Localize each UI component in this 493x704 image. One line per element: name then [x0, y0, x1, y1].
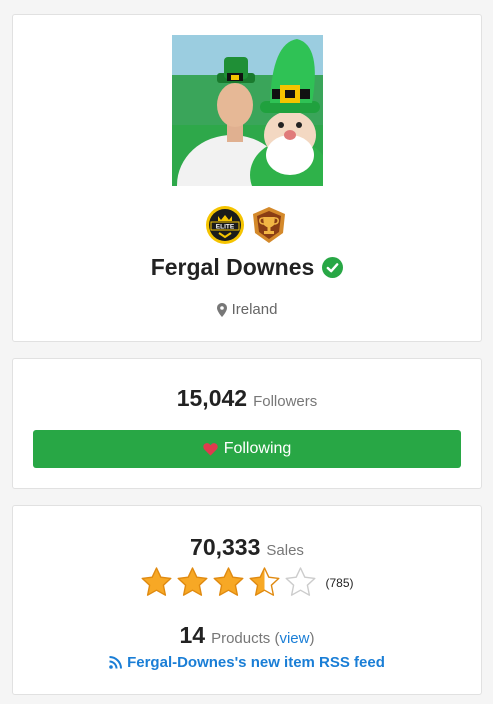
products-label-group: Products (view)	[211, 630, 314, 647]
followers-stat: 15,042 Followers	[13, 385, 481, 412]
star-icon	[141, 567, 172, 596]
star-icon	[177, 567, 208, 596]
sales-count: 70,333	[190, 534, 261, 560]
followers-count: 15,042	[176, 385, 248, 411]
sales-stat: 70,333 Sales	[13, 534, 481, 561]
followers-label: Followers	[253, 393, 318, 410]
location-row: Ireland	[13, 301, 481, 318]
heart-icon	[203, 443, 218, 456]
elite-badge-icon: ELITE	[206, 206, 244, 244]
products-close-paren: )	[309, 630, 315, 647]
rss-icon	[109, 656, 123, 669]
profile-card: ELITE Fergal Downes Ireland	[12, 14, 482, 342]
profile-name: Fergal Downes	[150, 254, 315, 280]
followers-card: 15,042 Followers Following	[12, 358, 482, 489]
star-icon	[213, 567, 244, 596]
sales-card: 70,333 Sales (785) 14 Products (view) Fe…	[12, 505, 482, 695]
sales-label: Sales	[266, 542, 304, 559]
svg-text:ELITE: ELITE	[216, 224, 235, 231]
rss-feed-link[interactable]: Fergal-Downes's new item RSS feed	[13, 654, 481, 671]
profile-name-row: Fergal Downes	[13, 254, 481, 281]
avatar-photo	[172, 35, 323, 186]
rating-count: (785)	[325, 575, 354, 590]
products-count: 14	[179, 622, 206, 648]
star-icon	[249, 567, 280, 596]
avatar[interactable]	[172, 35, 323, 186]
products-stat: 14 Products (view)	[13, 622, 481, 649]
star-icon	[285, 567, 316, 596]
location-text: Ireland	[231, 301, 278, 318]
verified-check-icon	[322, 257, 344, 278]
trophy-badge-icon	[253, 207, 285, 243]
badges: ELITE	[13, 205, 481, 245]
following-button-label: Following	[223, 440, 292, 457]
map-marker-icon	[216, 302, 227, 317]
following-button[interactable]: Following	[33, 430, 461, 468]
products-view-link[interactable]: view	[279, 630, 309, 647]
stars-container	[140, 566, 317, 599]
products-label: Products	[211, 630, 271, 647]
rating-stars: (785)	[13, 566, 481, 599]
rss-feed-label: Fergal-Downes's new item RSS feed	[127, 654, 385, 671]
